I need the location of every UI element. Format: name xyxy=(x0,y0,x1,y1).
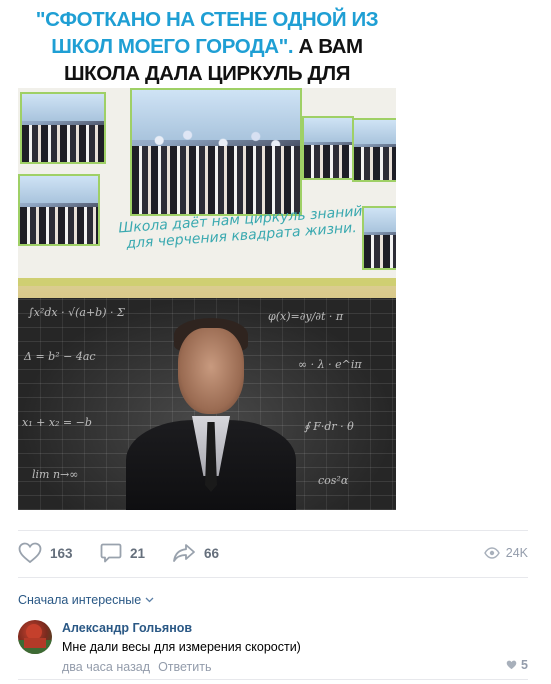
like-button[interactable]: 163 xyxy=(18,540,73,566)
school-banner: Школа даёт нам циркуль знаний для черчен… xyxy=(18,88,396,286)
comment-meta: два часа назад Ответить xyxy=(62,660,212,674)
chalk-scribble: ∫x²dx · √(a+b) · Σ xyxy=(28,306,125,319)
comments-sort-dropdown[interactable]: Сначала интересные xyxy=(18,593,154,607)
avatar[interactable] xyxy=(18,620,52,654)
shares-count: 66 xyxy=(204,545,220,561)
comment-text: Мне дали весы для измерения скорости) xyxy=(62,640,301,654)
banner-photo-4 xyxy=(18,174,100,246)
post-image[interactable]: "Сфоткано на стене одной из школ моего г… xyxy=(18,0,396,510)
banner-photo-2 xyxy=(302,116,354,180)
comments-count: 21 xyxy=(130,545,146,561)
comment-likes-count: 5 xyxy=(521,658,528,672)
heart-icon xyxy=(506,660,517,670)
chalkboard-photo: ∫x²dx · √(a+b) · Σ φ(x)=∂y/∂t · π Δ = b²… xyxy=(18,298,396,510)
chalk-scribble: Δ = b² − 4ac xyxy=(24,350,96,363)
chalk-scribble: cos²α xyxy=(318,474,349,487)
comment-like-button[interactable]: 5 xyxy=(506,658,528,672)
avatar-image xyxy=(18,624,52,654)
comment-icon xyxy=(100,543,122,563)
views-counter: 24K xyxy=(483,540,528,566)
chalk-scribble: x₁ + x₂ = −b xyxy=(22,416,92,429)
reply-button[interactable]: Ответить xyxy=(158,660,211,674)
chalk-scribble: lim n→∞ xyxy=(32,468,79,481)
comment-button[interactable]: 21 xyxy=(100,540,145,566)
chalk-scribble: ∞ · λ · e^iπ xyxy=(298,358,362,371)
chalk-scribble: ∮ F·dr · θ xyxy=(304,420,354,433)
post-actions: 163 21 66 24K xyxy=(18,540,528,566)
banner-photo-main xyxy=(130,88,302,216)
banner-photo-1 xyxy=(20,92,106,164)
man-in-suit xyxy=(126,310,296,510)
divider xyxy=(18,679,528,680)
divider xyxy=(18,530,528,531)
heart-icon xyxy=(18,542,42,564)
divider xyxy=(18,577,528,578)
comment-item: Александр Гольянов Мне дали весы для изм… xyxy=(18,620,528,676)
sort-label: Сначала интересные xyxy=(18,593,142,607)
share-button[interactable]: 66 xyxy=(172,540,219,566)
share-icon xyxy=(173,544,195,562)
comment-time[interactable]: два часа назад xyxy=(62,660,150,674)
views-count: 24K xyxy=(505,546,528,560)
banner-photo-3 xyxy=(352,118,396,182)
chevron-down-icon xyxy=(145,597,154,603)
likes-count: 163 xyxy=(50,545,73,561)
school-wall-photo: Школа даёт нам циркуль знаний для черчен… xyxy=(18,88,396,298)
comment-author[interactable]: Александр Гольянов xyxy=(62,621,192,635)
eye-icon xyxy=(483,547,500,559)
